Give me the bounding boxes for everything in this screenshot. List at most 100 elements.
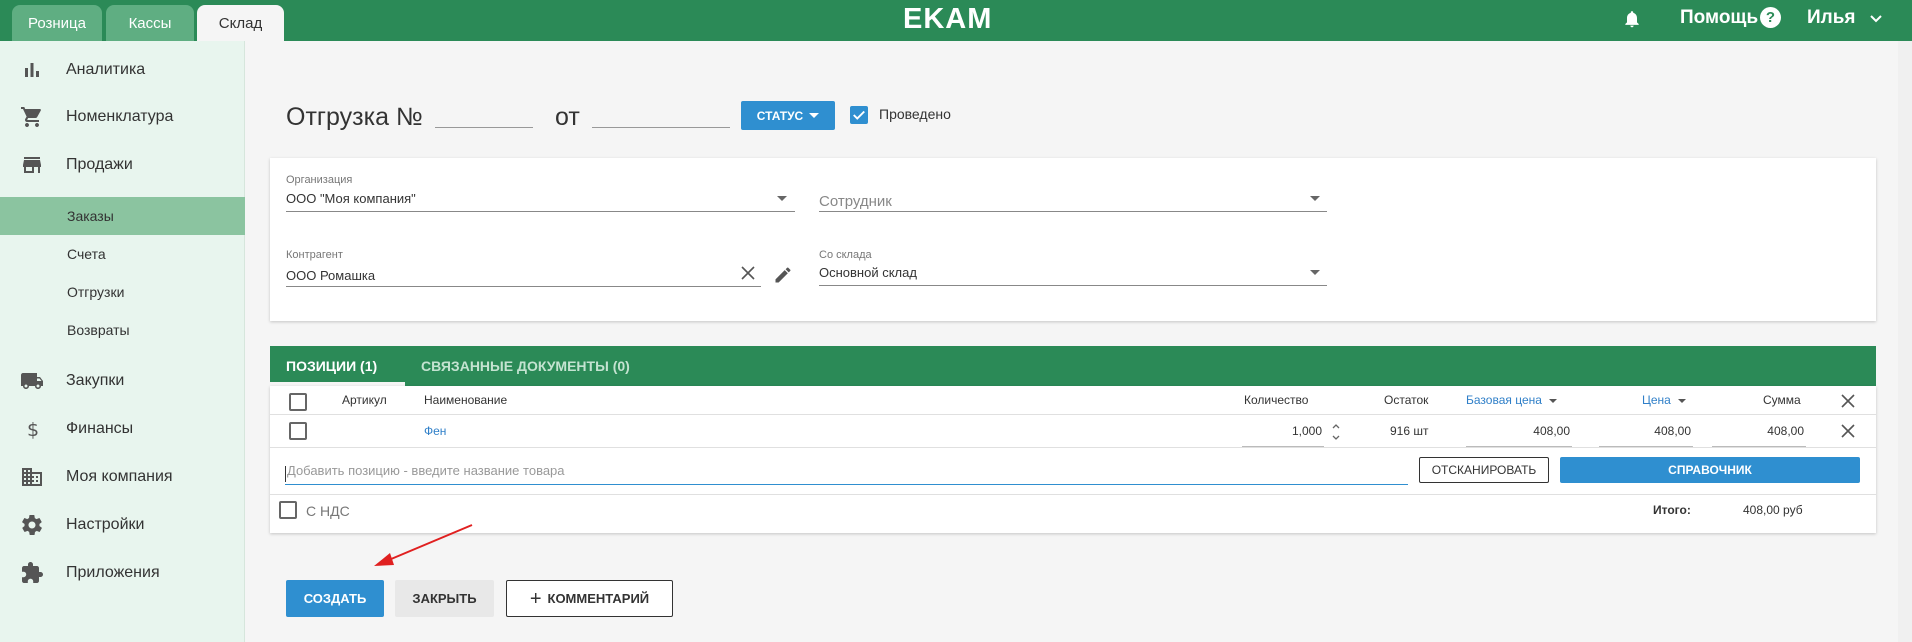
tab-positions-label: ПОЗИЦИИ (1) <box>286 358 378 374</box>
status-button[interactable]: СТАТУС <box>741 101 835 130</box>
warehouse-select[interactable]: Основной склад <box>819 265 917 280</box>
row-checkbox[interactable] <box>289 422 307 440</box>
sidebar-item-label: Номенклатура <box>66 108 174 125</box>
sidebar-item-apps[interactable]: Приложения <box>0 553 245 593</box>
check-icon <box>853 110 865 120</box>
tab-related-documents-label: СВЯЗАННЫЕ ДОКУМЕНТЫ (0) <box>421 358 630 374</box>
tab-retail[interactable]: Розница <box>12 5 102 41</box>
svg-text:$: $ <box>27 419 39 441</box>
help-label[interactable]: Помощь <box>1680 7 1758 29</box>
sidebar-subitem-label: Счета <box>67 246 106 262</box>
employee-select[interactable]: Сотрудник <box>819 193 892 210</box>
column-header-price-label: Цена <box>1642 393 1671 407</box>
column-header-sum: Сумма <box>1763 393 1801 407</box>
counterparty-input[interactable]: ООО Ромашка <box>286 268 375 283</box>
sidebar-item-label: Финансы <box>66 420 134 437</box>
tab-retail-label: Розница <box>28 14 86 32</box>
directory-button[interactable]: СПРАВОЧНИК <box>1560 457 1860 483</box>
cart-icon <box>21 107 41 127</box>
sidebar-subitem-shipments[interactable]: Отгрузки <box>0 273 245 311</box>
sidebar-subitem-returns[interactable]: Возвраты <box>0 311 245 349</box>
sidebar: Аналитика Номенклатура Продажи Заказы Сч… <box>0 41 245 642</box>
edit-pencil-icon[interactable] <box>773 265 793 285</box>
row-separator <box>270 447 1876 448</box>
sidebar-item-label: Моя компания <box>66 468 173 485</box>
sidebar-item-sales[interactable]: Продажи <box>0 145 245 185</box>
sidebar-subitem-invoices[interactable]: Счета <box>0 235 245 273</box>
clear-icon[interactable] <box>740 265 756 281</box>
add-comment-button[interactable]: + КОММЕНТАРИЙ <box>506 580 673 617</box>
add-row-separator <box>270 494 1876 495</box>
sidebar-item-nomenclature[interactable]: Номенклатура <box>0 97 245 137</box>
close-icon[interactable] <box>1841 394 1855 408</box>
sidebar-item-purchases[interactable]: Закупки <box>0 361 245 401</box>
tab-warehouse[interactable]: Склад <box>197 5 284 41</box>
sidebar-item-my-company[interactable]: Моя компания <box>0 457 245 497</box>
counterparty-label: Контрагент <box>286 249 343 261</box>
dollar-icon: $ <box>27 419 39 441</box>
delete-row-icon[interactable] <box>1841 424 1855 438</box>
document-number-input[interactable] <box>435 127 533 128</box>
column-header-base-price-label: Базовая цена <box>1466 393 1542 407</box>
sidebar-subitem-label: Заказы <box>67 208 114 224</box>
vat-checkbox[interactable] <box>279 501 297 519</box>
tab-warehouse-label: Склад <box>218 14 263 32</box>
employee-dropdown-icon[interactable] <box>1310 196 1320 201</box>
close-button[interactable]: ЗАКРЫТЬ <box>395 580 494 617</box>
row-price[interactable]: 408,00 <box>1601 424 1691 438</box>
sidebar-item-settings[interactable]: Настройки <box>0 505 245 545</box>
sidebar-item-label: Аналитика <box>66 61 146 78</box>
select-all-checkbox[interactable] <box>289 393 307 411</box>
add-position-input[interactable]: Добавить позицию - введите название това… <box>285 463 1408 485</box>
document-date-input[interactable] <box>592 127 730 128</box>
scan-button[interactable]: ОТСКАНИРОВАТЬ <box>1419 457 1549 483</box>
sidebar-subitem-label: Отгрузки <box>67 284 125 300</box>
column-header-base-price[interactable]: Базовая цена <box>1466 393 1558 407</box>
add-comment-label: КОММЕНТАРИЙ <box>547 591 650 606</box>
help-icon[interactable]: ? <box>1760 7 1781 28</box>
sidebar-item-analytics[interactable]: Аналитика <box>0 50 245 90</box>
column-header-price[interactable]: Цена <box>1642 393 1687 407</box>
row-stock: 916 шт <box>1390 424 1429 438</box>
column-header-article: Артикул <box>342 393 387 407</box>
total-label: Итого: <box>1653 503 1691 517</box>
sidebar-item-label: Продажи <box>66 156 133 173</box>
tab-cash-registers[interactable]: Кассы <box>106 5 194 41</box>
tab-related-documents[interactable]: СВЯЗАННЫЕ ДОКУМЕНТЫ (0) <box>421 346 630 386</box>
status-button-label: СТАТУС <box>756 108 804 123</box>
organization-dropdown-icon[interactable] <box>777 196 787 201</box>
user-menu[interactable]: Илья <box>1807 7 1856 29</box>
chevron-down-icon[interactable] <box>1868 11 1884 27</box>
puzzle-icon <box>22 562 43 583</box>
row-base-price[interactable]: 408,00 <box>1468 424 1570 438</box>
logo[interactable]: EKAM <box>903 3 992 36</box>
building-icon <box>22 468 42 486</box>
create-button[interactable]: СОЗДАТЬ <box>286 580 384 617</box>
sidebar-subitem-orders[interactable]: Заказы <box>0 197 245 235</box>
row-name-link[interactable]: Фен <box>424 424 446 438</box>
tab-positions[interactable]: ПОЗИЦИИ (1) <box>286 346 377 386</box>
quantity-stepper-icon[interactable] <box>1330 420 1342 444</box>
annotation-arrow <box>374 524 473 566</box>
sidebar-item-label: Закупки <box>66 372 125 389</box>
warehouse-dropdown-icon[interactable] <box>1310 270 1320 275</box>
store-icon <box>23 157 41 173</box>
organization-underline <box>286 211 795 212</box>
sidebar-item-label: Настройки <box>66 516 145 533</box>
organization-select[interactable]: ООО "Моя компания" <box>286 191 416 206</box>
employee-underline <box>819 211 1327 212</box>
row-quantity[interactable]: 1,000 <box>1286 424 1322 438</box>
scrollbar[interactable] <box>1898 41 1912 642</box>
sort-caret-icon <box>1678 398 1687 403</box>
sidebar-item-label: Приложения <box>66 564 160 581</box>
bell-icon[interactable] <box>1622 7 1642 31</box>
posted-label: Проведено <box>879 106 951 122</box>
warehouse-label: Со склада <box>819 249 872 261</box>
row-sum[interactable]: 408,00 <box>1714 424 1804 438</box>
sidebar-item-finance[interactable]: $ Финансы <box>0 409 245 449</box>
caret-down-icon <box>809 113 820 118</box>
total-value: 408,00 руб <box>1743 503 1803 517</box>
text-cursor <box>285 466 286 482</box>
top-bar: Розница Кассы Склад EKAM Помощь ? Илья <box>0 0 1912 41</box>
posted-checkbox[interactable] <box>850 106 868 124</box>
